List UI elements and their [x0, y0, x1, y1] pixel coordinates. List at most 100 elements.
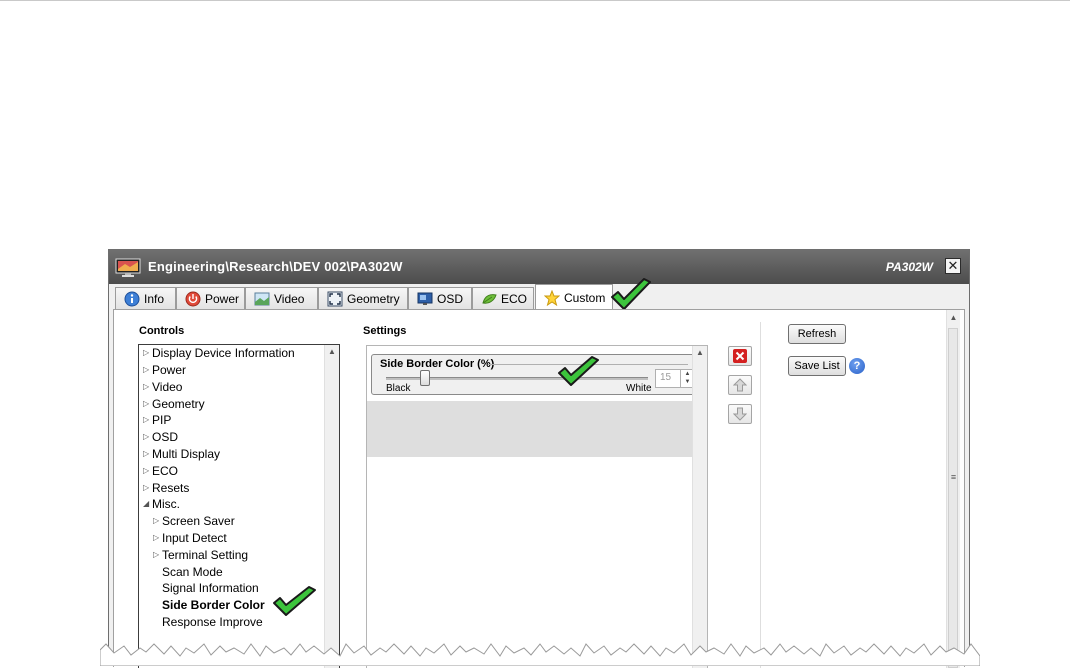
checkmark-icon — [558, 356, 599, 386]
tree-item-input-detect[interactable]: ▷ Input Detect — [153, 530, 227, 546]
tree-item-pip[interactable]: ▷ PIP — [143, 412, 171, 428]
settings-list: Side Border Color (%) Black White 15 ▲ ▼ — [366, 345, 708, 668]
tree-item-side-border-color[interactable]: Side Border Color — [162, 597, 265, 613]
tab-video[interactable]: Video — [245, 287, 318, 309]
arrow-down-icon — [733, 407, 747, 421]
tree-item-resets[interactable]: ▷ Resets — [143, 480, 190, 496]
tree-item-osd[interactable]: ▷ OSD — [143, 429, 179, 445]
side-border-color-setting: Side Border Color (%) Black White 15 ▲ ▼ — [371, 354, 697, 395]
tree-item-label: OSD — [152, 430, 179, 444]
tree-item-power[interactable]: ▷ Power — [143, 362, 187, 378]
tree-item-label: Terminal Setting — [162, 548, 249, 562]
info-icon — [124, 291, 140, 306]
eco-leaf-icon — [482, 293, 497, 304]
title-bar: Engineering\Research\DEV 002\PA302W PA30… — [109, 250, 969, 284]
tree-item-label: Display Device Information — [152, 346, 295, 360]
close-button[interactable]: ✕ — [945, 258, 961, 274]
custom-tab-panel: Controls Settings ▷ Display Device Infor… — [113, 309, 965, 668]
settings-scrollbar[interactable]: ▲ — [692, 346, 707, 668]
empty-setting-slot — [367, 401, 693, 457]
tab-power-label: Power — [205, 291, 240, 306]
expand-arrow-icon[interactable]: ▷ — [143, 379, 149, 395]
tree-item-label: Scan Mode — [162, 565, 223, 579]
checkmark-icon — [273, 586, 316, 616]
expand-arrow-icon[interactable]: ▷ — [143, 446, 149, 462]
panel-divider — [760, 322, 761, 668]
tree-item-response-improve[interactable]: Response Improve — [162, 614, 263, 630]
tree-item-display-device-information[interactable]: ▷ Display Device Information — [143, 345, 295, 361]
tree-item-label: Multi Display — [152, 447, 221, 461]
expand-arrow-icon[interactable]: ▷ — [153, 547, 159, 563]
expand-arrow-icon[interactable]: ▷ — [153, 530, 159, 546]
tree-item-label: Video — [152, 380, 183, 394]
tab-custom-label: Custom — [564, 290, 606, 305]
tree-item-label: Input Detect — [162, 531, 227, 545]
tab-custom[interactable]: Custom — [535, 284, 613, 310]
scroll-up-arrow-icon[interactable]: ▲ — [693, 348, 707, 357]
tab-strip: Info Power Video Geometry OSD ECO Custom — [109, 278, 969, 310]
slider-min-label: Black — [386, 383, 411, 394]
arrow-up-icon — [733, 378, 747, 392]
move-up-button[interactable] — [728, 375, 752, 395]
expand-arrow-icon[interactable]: ▷ — [143, 396, 149, 412]
remove-setting-button[interactable] — [728, 346, 752, 366]
slider-thumb[interactable] — [420, 370, 431, 386]
star-icon — [544, 289, 560, 306]
tab-power[interactable]: Power — [176, 287, 245, 309]
video-icon — [254, 292, 270, 305]
main-scrollbar[interactable]: ▲ ≡ — [946, 310, 960, 668]
value-spinbox[interactable]: 15 ▲ ▼ — [655, 369, 695, 388]
tree-item-label: Resets — [152, 481, 190, 495]
tab-info[interactable]: Info — [115, 287, 176, 309]
tree-item-eco[interactable]: ▷ ECO — [143, 463, 179, 479]
window-title: Engineering\Research\DEV 002\PA302W — [148, 259, 403, 274]
scroll-up-arrow-icon[interactable]: ▲ — [947, 313, 960, 322]
tree-item-terminal-setting[interactable]: ▷ Terminal Setting — [153, 547, 249, 563]
expand-arrow-icon[interactable]: ▷ — [153, 513, 159, 529]
controls-tree[interactable]: ▷ Display Device Information ▷ Power ▷ V… — [138, 344, 340, 668]
scroll-thumb[interactable] — [948, 328, 958, 668]
tree-item-label: Response Improve — [162, 615, 263, 629]
app-window: Engineering\Research\DEV 002\PA302W PA30… — [108, 249, 970, 668]
expand-arrow-icon[interactable]: ▷ — [143, 412, 149, 428]
tree-item-label: Power — [152, 363, 187, 377]
expand-arrow-icon[interactable]: ▷ — [143, 345, 149, 361]
expand-arrow-icon[interactable]: ▷ — [143, 429, 149, 445]
tree-item-video[interactable]: ▷ Video — [143, 379, 183, 395]
tab-eco[interactable]: ECO — [472, 287, 534, 309]
tab-geometry[interactable]: Geometry — [318, 287, 408, 309]
geometry-icon — [327, 291, 343, 306]
tab-osd[interactable]: OSD — [408, 287, 472, 309]
help-icon[interactable]: ? — [849, 358, 865, 374]
osd-icon — [417, 292, 433, 305]
save-list-button[interactable]: Save List — [788, 356, 846, 376]
tree-item-label: Geometry — [152, 397, 205, 411]
tab-geometry-label: Geometry — [347, 291, 400, 306]
controls-heading: Controls — [139, 325, 185, 337]
tree-item-misc[interactable]: ◢ Misc. — [143, 496, 180, 512]
scroll-grip-icon: ≡ — [950, 472, 957, 482]
tree-item-label: Side Border Color — [162, 598, 265, 612]
close-icon: ✕ — [947, 258, 959, 273]
tab-osd-label: OSD — [437, 291, 464, 306]
controls-scrollbar[interactable]: ▲ — [324, 345, 339, 668]
tree-item-geometry[interactable]: ▷ Geometry — [143, 396, 205, 412]
tab-info-label: Info — [144, 291, 165, 306]
tab-video-label: Video — [274, 291, 305, 306]
scroll-up-arrow-icon[interactable]: ▲ — [325, 347, 339, 356]
tree-item-scan-mode[interactable]: Scan Mode — [162, 564, 223, 580]
collapse-arrow-icon[interactable]: ◢ — [143, 496, 149, 512]
tree-item-label: ECO — [152, 464, 179, 478]
tree-item-screen-saver[interactable]: ▷ Screen Saver — [153, 513, 235, 529]
slider-max-label: White — [626, 383, 652, 394]
tree-item-label: Misc. — [152, 497, 180, 511]
expand-arrow-icon[interactable]: ▷ — [143, 463, 149, 479]
delete-x-icon — [733, 349, 747, 363]
tree-item-signal-information[interactable]: Signal Information — [162, 580, 259, 596]
expand-arrow-icon[interactable]: ▷ — [143, 480, 149, 496]
expand-arrow-icon[interactable]: ▷ — [143, 362, 149, 378]
move-down-button[interactable] — [728, 404, 752, 424]
tree-item-multi-display[interactable]: ▷ Multi Display — [143, 446, 221, 462]
refresh-button[interactable]: Refresh — [788, 324, 846, 344]
tree-item-label: Screen Saver — [162, 514, 235, 528]
